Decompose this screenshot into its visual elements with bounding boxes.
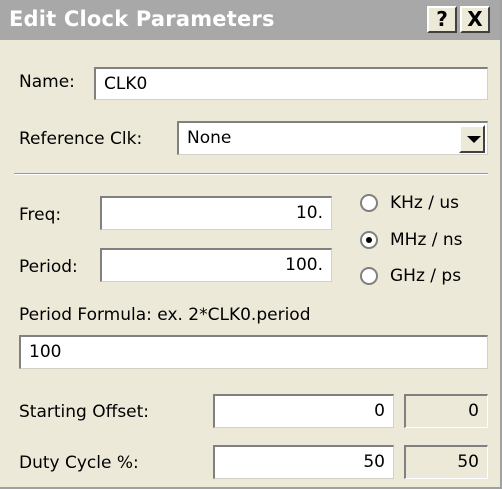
name-label: Name: [19, 72, 75, 92]
radio-selected-dot [366, 237, 372, 243]
help-button[interactable]: ? [427, 6, 457, 33]
name-input[interactable]: CLK0 [94, 67, 488, 100]
window-title: Edit Clock Parameters [9, 7, 275, 31]
period-formula-label: Period Formula: ex. 2*CLK0.period [19, 305, 311, 325]
unit-mhz-radio[interactable] [360, 231, 378, 249]
period-label: Period: [19, 257, 78, 277]
freq-input[interactable]: 10. [100, 196, 332, 230]
reference-clk-value: None [187, 128, 232, 148]
close-button[interactable]: X [460, 6, 490, 33]
reference-clk-label: Reference Clk: [19, 129, 143, 149]
unit-ghz-label[interactable]: GHz / ps [390, 266, 461, 286]
title-bar[interactable]: Edit Clock Parameters ? X [0, 0, 500, 40]
period-input[interactable]: 100. [100, 248, 332, 282]
starting-offset-computed: 0 [404, 394, 488, 428]
separator [14, 173, 488, 175]
duty-cycle-computed: 50 [404, 445, 488, 479]
freq-label: Freq: [19, 205, 62, 225]
unit-ghz-radio[interactable] [360, 267, 378, 285]
unit-mhz-label[interactable]: MHz / ns [390, 230, 463, 250]
unit-khz-radio[interactable] [360, 194, 378, 212]
period-formula-input[interactable]: 100 [19, 335, 488, 369]
edit-clock-dialog: Edit Clock Parameters ? X Name: CLK0 Ref… [0, 0, 502, 489]
duty-cycle-input[interactable]: 50 [213, 445, 394, 479]
chevron-down-icon[interactable] [459, 125, 485, 153]
starting-offset-label: Starting Offset: [19, 402, 150, 422]
reference-clk-select[interactable]: None [177, 121, 488, 155]
starting-offset-input[interactable]: 0 [213, 394, 394, 428]
unit-khz-label[interactable]: KHz / us [390, 193, 459, 213]
duty-cycle-label: Duty Cycle %: [19, 453, 139, 473]
